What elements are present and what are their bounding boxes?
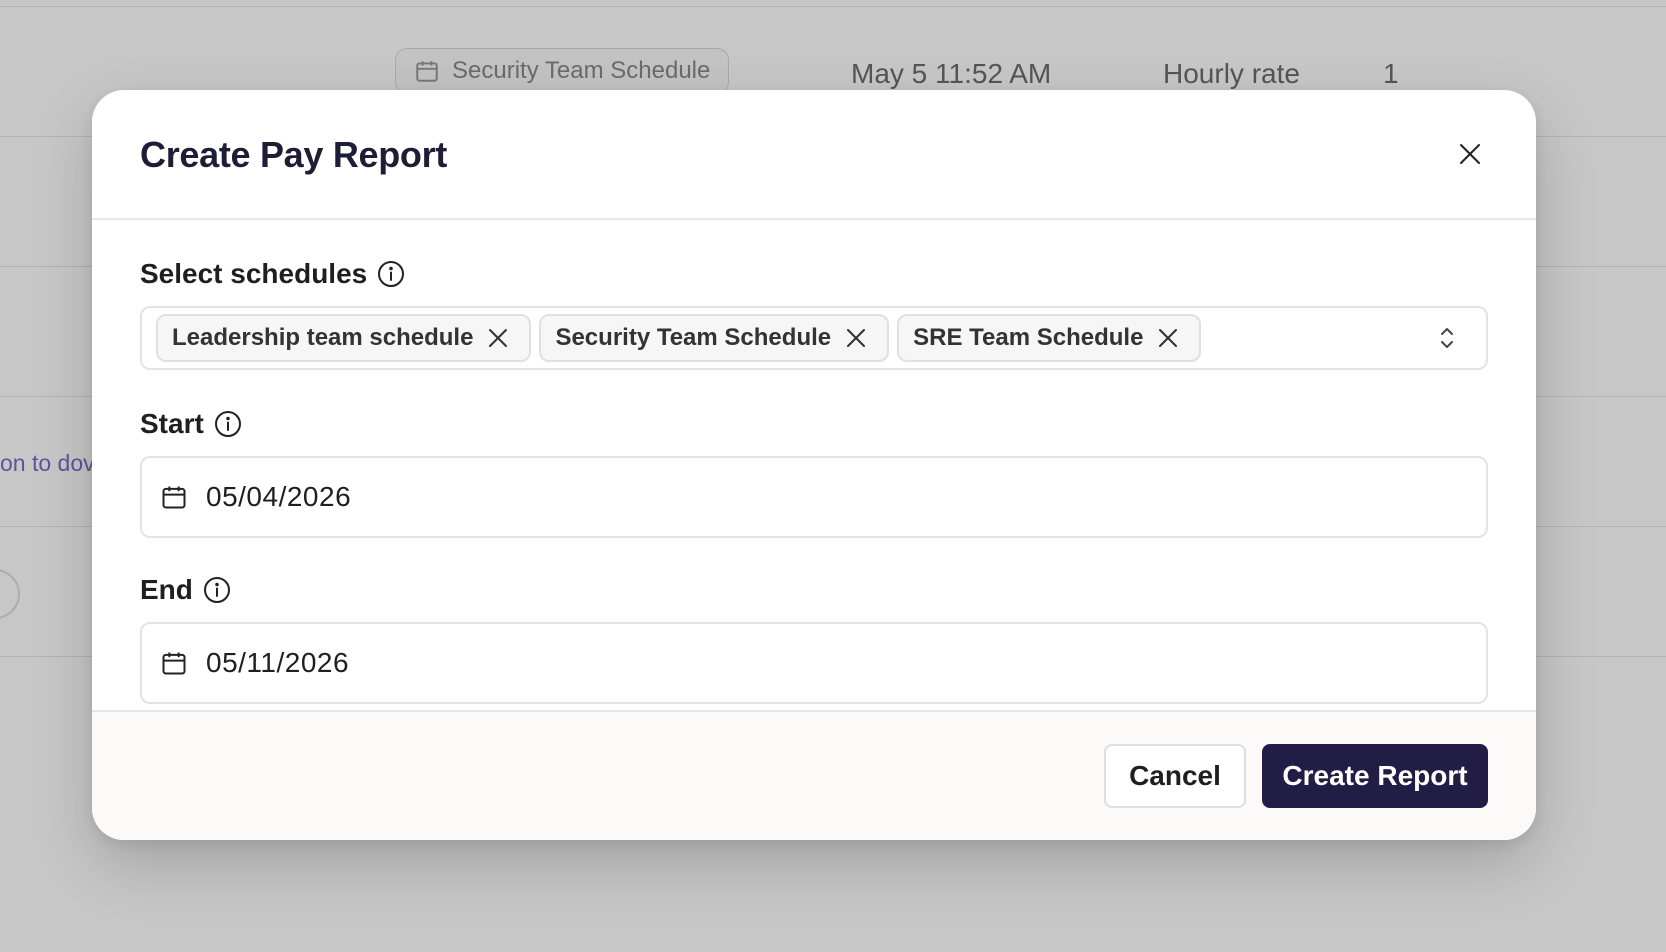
selected-schedule-chip: SRE Team Schedule [897, 314, 1202, 362]
start-label: Start [140, 408, 204, 439]
create-report-button[interactable]: Create Report [1262, 744, 1488, 808]
info-icon[interactable] [377, 260, 405, 288]
remove-chip-button[interactable] [1155, 325, 1181, 351]
close-icon [1159, 329, 1178, 347]
start-date-value: 05/04/2026 [206, 481, 352, 512]
dialog-body: Select schedules Leadership team schedul… [92, 220, 1536, 710]
dialog-header: Create Pay Report [92, 90, 1536, 220]
schedules-label-row: Select schedules [140, 254, 1488, 294]
end-date-input[interactable]: 05/11/2026 [140, 622, 1488, 704]
close-icon [847, 329, 866, 347]
chip-label: Security Team Schedule [555, 324, 832, 351]
info-icon[interactable] [214, 410, 242, 438]
end-label: End [140, 574, 193, 605]
end-label-row: End [140, 570, 1488, 610]
chevron-up-down-icon[interactable] [1436, 323, 1458, 353]
start-date-input[interactable]: 05/04/2026 [140, 456, 1488, 538]
chip-label: Leadership team schedule [172, 324, 474, 351]
remove-chip-button[interactable] [485, 325, 511, 351]
start-label-row: Start [140, 404, 1488, 444]
cancel-button[interactable]: Cancel [1104, 744, 1246, 808]
end-date-value: 05/11/2026 [206, 647, 350, 678]
dialog-title: Create Pay Report [140, 134, 448, 175]
schedules-label: Select schedules [140, 258, 368, 289]
calendar-icon [162, 486, 186, 509]
chip-label: SRE Team Schedule [913, 324, 1144, 351]
close-icon [489, 329, 508, 347]
remove-chip-button[interactable] [843, 325, 869, 351]
calendar-icon [162, 652, 186, 675]
dialog-footer: Cancel Create Report [92, 710, 1536, 840]
info-icon[interactable] [203, 576, 231, 604]
close-button[interactable] [1450, 134, 1490, 174]
schedules-multiselect[interactable]: Leadership team schedule Security Team S… [140, 306, 1488, 370]
create-pay-report-dialog: Create Pay Report Select schedules Leade… [92, 90, 1536, 840]
selected-schedule-chip: Security Team Schedule [539, 314, 890, 362]
selected-schedule-chip: Leadership team schedule [156, 314, 532, 362]
close-icon [1460, 144, 1480, 164]
